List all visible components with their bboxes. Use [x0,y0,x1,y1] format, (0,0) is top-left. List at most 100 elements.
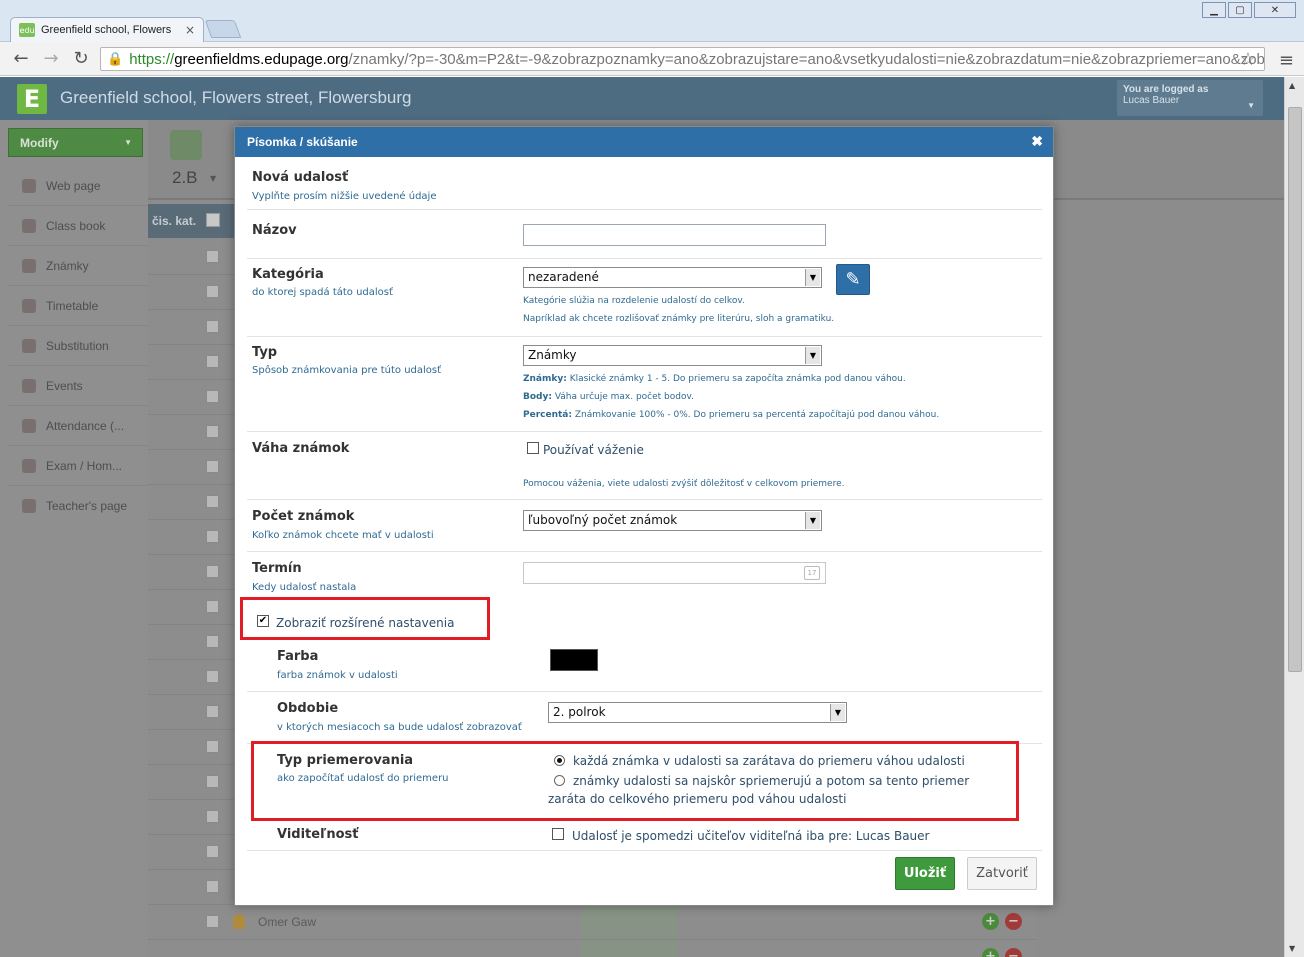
advanced-settings-checkbox[interactable]: ✔ [257,615,269,627]
row-checkbox[interactable] [206,250,219,263]
browser-toolbar: ← → ↻ 🔒 https:// greenfieldms.edupage.or… [0,42,1304,76]
visibility-label: Viditeľnosť [277,827,359,842]
web-page-icon [22,178,36,193]
table-row-student: Omer Gaw + − [148,905,1036,940]
color-picker[interactable] [550,649,598,671]
modify-button[interactable]: Modify ▼ [8,128,143,157]
minimize-icon[interactable]: ▁ [1202,2,1226,18]
url-path: /znamky/?p=-30&m=P2&t=-9&zobrazpoznamky=… [348,50,1265,68]
window-controls: ▁ ▢ ✕ [1202,2,1296,18]
row-checkbox[interactable] [206,600,219,613]
browser-tabstrip: edu Greenfield school, Flowers st × ▁ ▢ … [0,0,1304,42]
browser-tab[interactable]: edu Greenfield school, Flowers st × [10,17,204,42]
row-checkbox[interactable] [206,775,219,788]
scroll-up-icon[interactable]: ▲ [1289,81,1295,90]
add-grade-icon[interactable]: + [982,913,999,930]
student-icon [233,914,245,929]
dialog-title: Písomka / skúšanie [247,135,358,149]
sidebar-item-class-book[interactable]: Class book [8,206,148,246]
bookmark-star-icon[interactable]: ☆ [1240,49,1256,70]
row-checkbox[interactable] [206,810,219,823]
reload-icon[interactable]: ↻ [70,49,92,69]
category-value: nezaradené [528,270,599,284]
edit-categories-button[interactable]: ✎ [836,264,870,295]
back-arrow-icon[interactable]: ← [10,49,32,69]
user-menu[interactable]: You are logged as Lucas Bauer ▼ [1117,80,1263,116]
row-checkbox[interactable] [206,845,219,858]
class-selector[interactable]: 2.B [172,168,198,188]
row-checkbox[interactable] [206,285,219,298]
sidebar-item-events[interactable]: Events [8,366,148,406]
calendar-icon[interactable]: 17 [804,566,820,580]
row-checkbox[interactable] [206,495,219,508]
use-weight-checkbox[interactable] [527,442,539,454]
use-weight-label[interactable]: Používať váženie [543,443,644,457]
divider [247,336,1042,337]
sidebar-item-label: Teacher's page [46,499,128,513]
chevron-down-icon: ▼ [1247,101,1255,110]
scrollbar-thumb[interactable] [1288,107,1302,672]
visibility-checkbox-label[interactable]: Udalosť je spomedzi učiteľov viditeľná i… [572,829,929,843]
sidebar-item-attendance[interactable]: Attendance (... [8,406,148,446]
date-input[interactable] [523,562,826,584]
type-select[interactable]: Známky ▼ [523,345,822,366]
row-checkbox[interactable] [206,460,219,473]
sidebar-item-exam-homework[interactable]: Exam / Hom... [8,446,148,486]
scroll-down-icon[interactable]: ▼ [1289,944,1295,953]
sidebar: Modify ▼ Web page Class book Známky Time… [0,120,148,957]
row-checkbox[interactable] [206,355,219,368]
row-checkbox[interactable] [206,425,219,438]
category-select[interactable]: nezaradené ▼ [523,267,822,288]
type-hint-points: Body: Váha určuje max. počet bodov. [523,392,694,402]
row-checkbox[interactable] [206,915,219,928]
window-close-icon[interactable]: ✕ [1254,2,1296,18]
averaging-option-each-radio[interactable] [554,755,565,766]
event-dialog: Písomka / skúšanie ✖ Nová udalosť Vyplňt… [234,126,1054,906]
grades-icon [22,258,36,273]
dialog-header: Písomka / skúšanie ✖ [235,127,1053,157]
count-select[interactable]: ľubovoľný počet známok ▼ [523,510,822,531]
name-input[interactable] [523,224,826,246]
averaging-option-each-label[interactable]: každá známka v udalosti sa zarátava do p… [573,752,1013,770]
forward-arrow-icon[interactable]: → [40,49,62,69]
remove-grade-icon[interactable]: − [1005,948,1022,957]
type-hint-grades-key: Známky: [523,374,567,384]
sidebar-item-web-page[interactable]: Web page [8,166,148,206]
divider [247,691,1042,692]
category-hint-1: Kategórie slúžia na rozdelenie udalostí … [523,296,745,306]
sidebar-item-znamky[interactable]: Známky [8,246,148,286]
sidebar-item-label: Attendance (... [46,418,125,433]
row-checkbox[interactable] [206,635,219,648]
row-checkbox[interactable] [206,705,219,718]
address-bar[interactable]: 🔒 https:// greenfieldms.edupage.org /zna… [100,47,1265,71]
tab-close-icon[interactable]: × [185,23,195,37]
advanced-settings-label[interactable]: Zobraziť rozšírené nastavenia [276,616,454,630]
row-checkbox[interactable] [206,670,219,683]
row-actions: + − [982,948,1022,957]
new-tab-button[interactable] [204,20,242,38]
sidebar-item-teachers-page[interactable]: Teacher's page [8,486,148,526]
row-checkbox[interactable] [206,390,219,403]
browser-menu-icon[interactable]: ≡ [1279,50,1294,71]
row-checkbox[interactable] [206,880,219,893]
login-user: Lucas Bauer [1123,95,1180,106]
page-scrollbar[interactable]: ▲ ▼ [1284,77,1304,957]
type-hint-grades: Známky: Klasické známky 1 - 5. Do prieme… [523,374,906,384]
save-button[interactable]: Uložiť [895,857,955,890]
visibility-checkbox[interactable] [552,828,564,840]
sidebar-item-timetable[interactable]: Timetable [8,286,148,326]
remove-grade-icon[interactable]: − [1005,913,1022,930]
dropdown-arrow-icon: ▼ [805,347,820,364]
select-all-checkbox[interactable] [206,213,220,227]
period-select[interactable]: 2. polrok ▼ [548,702,847,723]
maximize-icon[interactable]: ▢ [1228,2,1252,18]
add-grade-icon[interactable]: + [982,948,999,957]
row-checkbox[interactable] [206,565,219,578]
sidebar-item-substitution[interactable]: Substitution [8,326,148,366]
averaging-option-average-label[interactable]: známky udalosti sa najskôr spriemerujú a… [548,772,1008,808]
row-checkbox[interactable] [206,530,219,543]
close-icon[interactable]: ✖ [1031,133,1043,150]
cancel-button[interactable]: Zatvoriť [967,857,1037,890]
row-checkbox[interactable] [206,320,219,333]
row-checkbox[interactable] [206,740,219,753]
